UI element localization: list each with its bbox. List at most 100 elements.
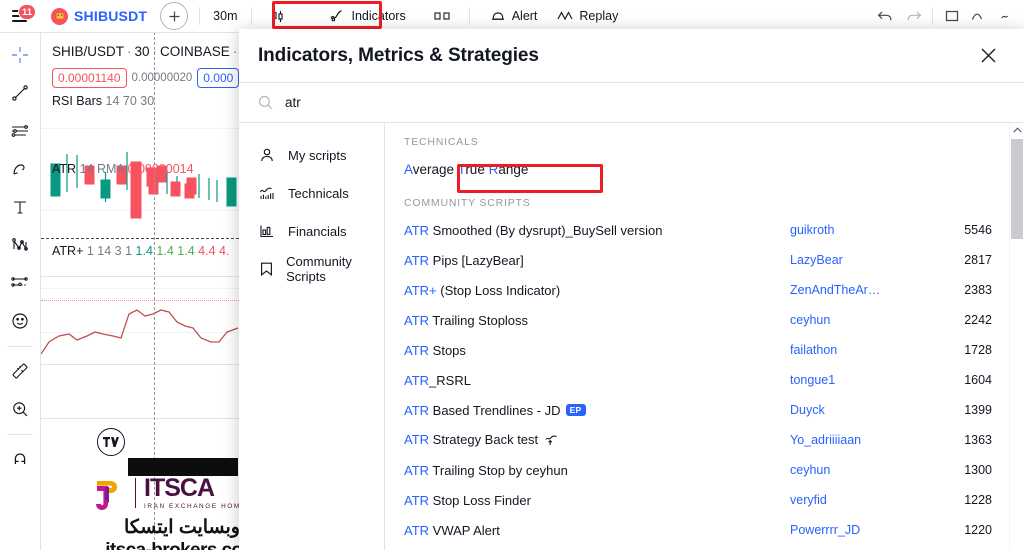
script-name: ATR_RSRL xyxy=(404,373,471,388)
group-title-community-scripts: COMMUNITY SCRIPTS xyxy=(404,197,531,209)
script-author[interactable]: veryfid xyxy=(790,493,940,507)
chart-pane[interactable]: SHIB/USDT · 30 · COINBASE · 0.00001140 0.0000… xyxy=(41,32,239,550)
templates-button[interactable] xyxy=(966,2,994,30)
search-icon xyxy=(258,95,273,110)
script-name: ATR Trailing Stoploss xyxy=(404,313,528,328)
chart-type-button[interactable] xyxy=(263,2,299,30)
script-title: Stops xyxy=(429,342,466,358)
script-code: ATR xyxy=(404,431,430,447)
symbol-button[interactable]: SHIB/USDT SHIBUSDT xyxy=(44,2,154,30)
alert-button[interactable]: Alert xyxy=(483,4,545,28)
script-author[interactable]: ceyhun xyxy=(790,463,940,477)
patterns-icon[interactable] xyxy=(3,228,37,262)
script-row[interactable]: ATR+ (Stop Loss Indicator) ZenAndTheAr… 23… xyxy=(385,275,1010,305)
atrplus-value-1: 1.4 xyxy=(135,244,153,258)
itsca-watermark: ITSCA IRAN EXCHANGE HOME وبسایت ایتسکا i… xyxy=(89,473,239,550)
script-author[interactable]: guikroth xyxy=(790,223,940,237)
script-row[interactable]: ATR VWAP Alert Powerrrr_JD 1220 xyxy=(385,515,1010,545)
brush-icon[interactable] xyxy=(3,152,37,186)
rsi-extra: 30 xyxy=(140,94,155,108)
replay-label: Replay xyxy=(579,9,619,23)
script-row[interactable]: ATR Strategy Back test Yo_adriiiiaan 1363 xyxy=(385,425,1010,455)
script-author[interactable]: Powerrrr_JD xyxy=(790,523,940,537)
script-row[interactable]: ATR Smoothed (By dysrupt)_BuySell versio… xyxy=(385,215,1010,245)
script-likes-count: 5546 xyxy=(964,223,992,237)
timeframe-button[interactable]: 30m xyxy=(205,9,245,23)
match-a: A xyxy=(404,162,413,177)
cursor-crosshair-icon[interactable] xyxy=(3,38,37,72)
script-row[interactable]: ATR Stops failathon 1728 xyxy=(385,335,1010,365)
search-input[interactable] xyxy=(283,94,1005,111)
script-code: ATR xyxy=(404,252,430,268)
script-likes-count: 1228 xyxy=(964,493,992,507)
script-row[interactable]: ATR Pips [LazyBear] LazyBear 2817 xyxy=(385,245,1010,275)
script-title: Based Trendlines - JD xyxy=(429,402,561,418)
scrollbar-track[interactable] xyxy=(1010,137,1024,550)
atr-plus-legend[interactable]: ATR+ 1 14 3 1 1.4 1.4 1.4 4.4 4. xyxy=(52,244,229,258)
sidebar-item-community-scripts[interactable]: Community Scripts xyxy=(239,250,384,288)
result-average-true-range[interactable]: Average True Range xyxy=(385,154,1010,185)
more-button[interactable] xyxy=(994,2,1022,30)
replay-button[interactable]: Replay xyxy=(550,4,625,28)
script-author[interactable]: ZenAndTheAr… xyxy=(790,283,940,297)
search-bar[interactable] xyxy=(239,82,1024,123)
script-author[interactable]: LazyBear xyxy=(790,253,940,267)
script-title: Pips [LazyBear] xyxy=(429,252,524,268)
menu-badge: 11 xyxy=(18,4,37,20)
script-author[interactable]: ceyhun xyxy=(790,313,940,327)
zoom-in-icon[interactable] xyxy=(3,392,37,426)
forecast-icon[interactable] xyxy=(3,266,37,300)
horizontal-lines-icon[interactable] xyxy=(3,114,37,148)
script-author[interactable]: Yo_adriiiiaan xyxy=(790,433,940,447)
left-drawing-toolbar xyxy=(0,32,41,550)
script-author[interactable]: tongue1 xyxy=(790,373,940,387)
scroll-up-icon[interactable] xyxy=(1012,123,1022,137)
script-row[interactable]: ATR Stop Loss Finder veryfid 1228 xyxy=(385,485,1010,515)
price-second: 0.00000020 xyxy=(131,72,193,84)
atr-legend[interactable]: ATR 14 RMA 0.00000014 xyxy=(52,162,194,176)
alert-label: Alert xyxy=(511,9,538,23)
trend-line-icon[interactable] xyxy=(3,76,37,110)
magnet-icon[interactable] xyxy=(3,442,37,476)
symbol-ticker: SHIBUSDT xyxy=(74,8,148,24)
script-row[interactable]: ATR Based Trendlines - JD EP Duyck 1399 xyxy=(385,395,1010,425)
script-row[interactable]: ATR Trailing Stoploss ceyhun 2242 xyxy=(385,305,1010,335)
script-code: ATR xyxy=(404,462,430,478)
alert-clock-icon xyxy=(490,8,507,25)
close-icon[interactable] xyxy=(974,42,1002,70)
script-name: ATR Stops xyxy=(404,343,466,358)
price-third: 0.000 xyxy=(197,68,239,88)
tradingview-screen: 11 SHIB/USDT SHIBUSDT 30m xyxy=(0,0,1024,550)
chart-symbol-legend[interactable]: SHIB/USDT · 30 · COINBASE · xyxy=(52,44,239,59)
script-author[interactable]: Duyck xyxy=(790,403,940,417)
sidebar-item-technicals[interactable]: Technicals xyxy=(239,174,384,212)
sidebar-item-my-scripts[interactable]: My scripts xyxy=(239,136,384,174)
layout-button[interactable] xyxy=(938,2,966,30)
main-menu-button[interactable]: 11 xyxy=(4,4,37,22)
script-author[interactable]: failathon xyxy=(790,343,940,357)
group-title-technicals: TECHNICALS xyxy=(404,136,479,148)
text-tool-icon[interactable] xyxy=(3,190,37,224)
scrollbar-thumb[interactable] xyxy=(1011,139,1023,239)
results-scrollbar[interactable] xyxy=(1009,123,1024,550)
redo-button[interactable] xyxy=(899,2,927,30)
script-title: (Stop Loss Indicator) xyxy=(436,282,561,298)
undo-button[interactable] xyxy=(871,2,899,30)
pane-separator xyxy=(41,418,239,419)
script-title: Stop Loss Finder xyxy=(429,492,531,508)
measure-ruler-icon[interactable] xyxy=(3,354,37,388)
sidebar-item-financials[interactable]: Financials xyxy=(239,212,384,250)
indicators-button[interactable]: Indicators xyxy=(323,2,413,30)
add-symbol-button[interactable] xyxy=(160,2,189,30)
script-likes-count: 2242 xyxy=(964,313,992,327)
rsi-legend[interactable]: RSI Bars 14 70 30 xyxy=(52,94,154,108)
atrplus-name: ATR+ xyxy=(52,244,84,258)
emoji-icon[interactable] xyxy=(3,304,37,338)
compare-button[interactable] xyxy=(427,2,463,30)
candlestick-series xyxy=(50,152,237,219)
script-code: ATR xyxy=(404,402,430,418)
script-name: ATR VWAP Alert xyxy=(404,523,500,538)
script-row[interactable]: ATR_RSRL tongue1 1604 xyxy=(385,365,1010,395)
tradingview-logo[interactable] xyxy=(97,428,125,456)
script-row[interactable]: ATR Trailing Stop by ceyhun ceyhun 1300 xyxy=(385,455,1010,485)
